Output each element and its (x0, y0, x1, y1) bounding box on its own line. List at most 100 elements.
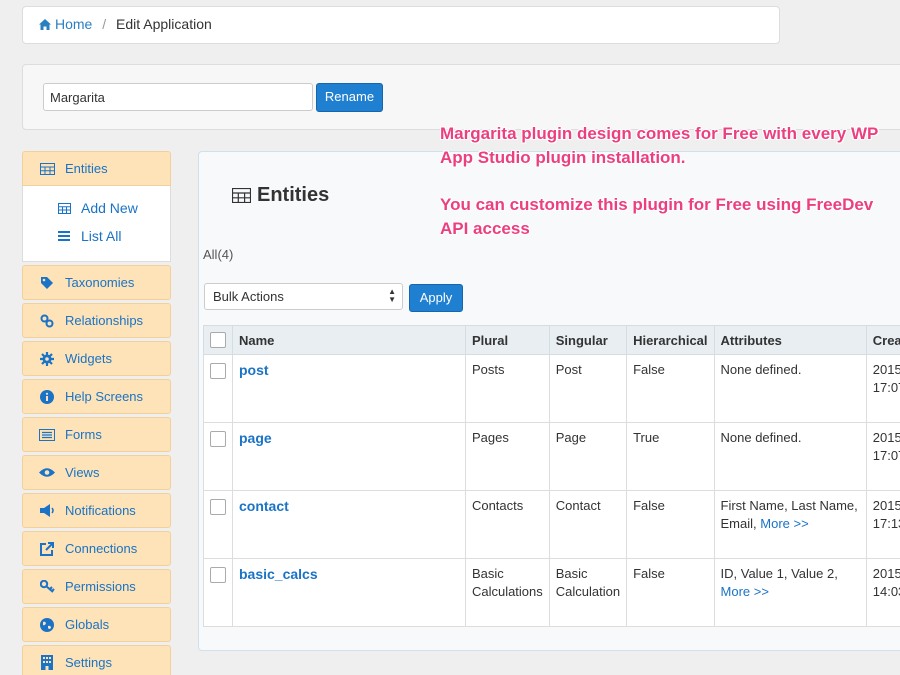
created-date: 2015- (872, 566, 900, 581)
promo-note-line-1: Margarita plugin design comes for Free w… (440, 124, 879, 167)
singular-cell: Page (548, 422, 628, 491)
row-checkbox[interactable] (210, 431, 226, 447)
table-row: contact Contacts Contact False First Nam… (203, 490, 900, 559)
external-link-icon (38, 540, 56, 558)
created-cell: 2015- 14:03 (865, 558, 900, 627)
sidebar-item-notifications[interactable]: Notifications (22, 493, 171, 528)
sidebar-item-widgets[interactable]: Widgets (22, 341, 171, 376)
subnav-list-all-label: List All (81, 228, 122, 244)
created-time: 17:13 (872, 516, 900, 531)
bulk-actions-select[interactable]: Bulk Actions ▲ ▼ (204, 283, 403, 310)
attributes-cell: ID, Value 1, Value 2, More >> (713, 558, 867, 627)
breadcrumb-home-link[interactable]: Home (39, 16, 96, 32)
plural-cell: Basic Calculations (464, 558, 550, 627)
created-cell: 2015- 17:07 (865, 422, 900, 491)
subnav-add-new[interactable]: Add New (57, 194, 170, 222)
sidebar-item-label: Help Screens (65, 389, 144, 404)
key-icon (38, 578, 56, 596)
attributes-text: None defined. (720, 362, 802, 377)
globe-icon (38, 616, 56, 634)
singular-cell: Post (548, 354, 628, 423)
column-header-plural[interactable]: Plural (464, 325, 550, 355)
sidebar-item-relationships[interactable]: Relationships (22, 303, 171, 338)
row-checkbox[interactable] (210, 363, 226, 379)
all-count-filter[interactable]: All(4) (203, 247, 233, 262)
name-cell: post (232, 354, 466, 423)
table-row: post Posts Post False None defined. 2015… (203, 354, 900, 423)
table-icon (232, 188, 251, 203)
table-icon (38, 160, 56, 178)
hierarchical-cell: False (626, 558, 715, 627)
sidebar-item-views[interactable]: Views (22, 455, 171, 490)
more-link[interactable]: More >> (760, 516, 808, 531)
sidebar-item-label: Widgets (65, 351, 112, 366)
subnav-list-all[interactable]: List All (57, 222, 170, 250)
apply-button[interactable]: Apply (409, 284, 463, 312)
breadcrumb: Home / Edit Application (22, 6, 780, 44)
created-time: 17:07 (872, 448, 900, 463)
sidebar-item-permissions[interactable]: Permissions (22, 569, 171, 604)
select-arrows-icon: ▲ ▼ (388, 287, 396, 304)
promo-note-line-2: You can customize this plugin for Free u… (440, 195, 874, 238)
sidebar-item-forms[interactable]: Forms (22, 417, 171, 452)
column-header-name[interactable]: Name (232, 325, 466, 355)
hierarchical-cell: False (626, 354, 715, 423)
plural-cell: Pages (464, 422, 550, 491)
column-header-created[interactable]: Creat (865, 325, 900, 355)
sidebar-item-entities[interactable]: Entities (22, 151, 171, 186)
sidebar-item-help-screens[interactable]: Help Screens (22, 379, 171, 414)
entities-subnav: Add New List All (22, 186, 171, 262)
created-time: 14:03 (872, 584, 900, 599)
sidebar-item-globals[interactable]: Globals (22, 607, 171, 642)
sidebar-item-taxonomies[interactable]: Taxonomies (22, 265, 171, 300)
name-cell: basic_calcs (232, 558, 466, 627)
bulk-actions-selected: Bulk Actions (213, 289, 284, 304)
more-link[interactable]: More >> (721, 584, 769, 599)
link-icon (38, 312, 56, 330)
sidebar-item-settings[interactable]: Settings (22, 645, 171, 675)
tag-icon (38, 274, 56, 292)
created-cell: 2015- 17:13 (865, 490, 900, 559)
sidebar-item-label: Relationships (65, 313, 144, 328)
table-row: page Pages Page True None defined. 2015-… (203, 422, 900, 491)
breadcrumb-home-label: Home (55, 16, 93, 32)
sidebar-item-label: Forms (65, 427, 102, 442)
sidebar-item-label: Settings (65, 655, 112, 670)
created-time: 17:07 (872, 380, 900, 395)
megaphone-icon (38, 502, 56, 520)
column-header-attributes[interactable]: Attributes (713, 325, 867, 355)
entity-link[interactable]: contact (239, 498, 289, 514)
table-icon (57, 202, 71, 214)
sidebar-item-label: Connections (65, 541, 138, 556)
select-all-checkbox[interactable] (210, 332, 226, 349)
plural-cell: Posts (464, 354, 550, 423)
sidebar-item-label: Globals (65, 617, 110, 632)
column-header-hierarchical[interactable]: Hierarchical (626, 325, 715, 355)
entity-link[interactable]: page (239, 430, 272, 446)
singular-cell: Contact (548, 490, 628, 559)
row-select-cell (203, 354, 233, 423)
attributes-text: ID, Value 1, Value 2, (720, 566, 838, 581)
row-select-cell (203, 558, 233, 627)
column-header-singular[interactable]: Singular (548, 325, 628, 355)
hierarchical-cell: False (626, 490, 715, 559)
row-checkbox[interactable] (210, 499, 226, 515)
row-checkbox[interactable] (210, 567, 226, 583)
sidebar-item-label: Views (65, 465, 100, 480)
entity-link[interactable]: post (239, 362, 269, 378)
subnav-add-new-label: Add New (81, 200, 138, 216)
sidebar-item-label: Notifications (65, 503, 136, 518)
row-select-cell (203, 422, 233, 491)
attributes-cell: First Name, Last Name, Email, More >> (713, 490, 867, 559)
created-cell: 2015- 17:07 (865, 354, 900, 423)
sidebar-item-connections[interactable]: Connections (22, 531, 171, 566)
rename-button[interactable]: Rename (316, 83, 383, 112)
app-name-input[interactable] (43, 83, 313, 111)
breadcrumb-current: Edit Application (116, 16, 212, 32)
select-all-cell (203, 325, 233, 355)
row-select-cell (203, 490, 233, 559)
home-icon (39, 19, 51, 30)
table-row: basic_calcs Basic Calculations Basic Cal… (203, 558, 900, 627)
promo-note: Margarita plugin design comes for Free w… (440, 122, 900, 241)
entity-link[interactable]: basic_calcs (239, 566, 318, 582)
